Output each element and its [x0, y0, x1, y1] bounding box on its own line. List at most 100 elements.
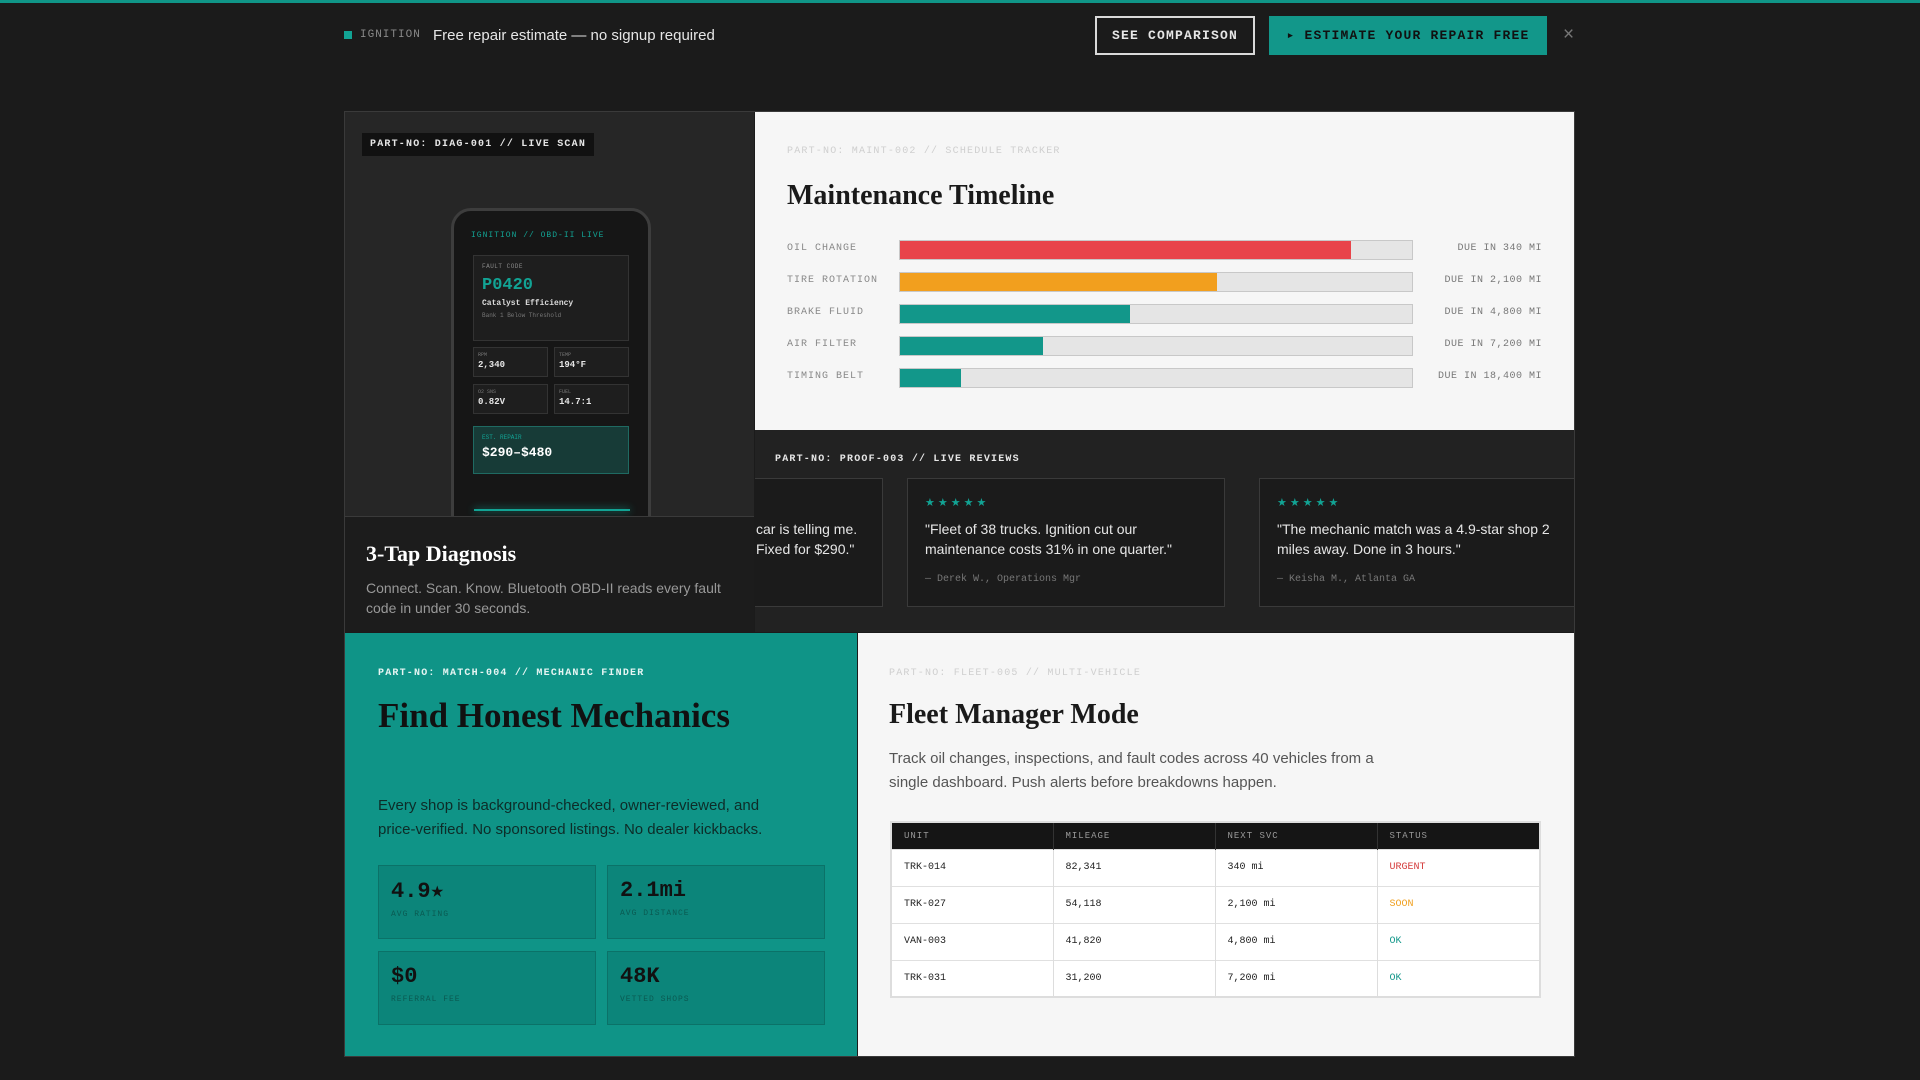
maintenance-row: OIL CHANGE DUE IN 340 MI [787, 240, 1542, 260]
match-stat-label: AVG DISTANCE [620, 909, 690, 918]
fault-code-sub: Bank 1 Below Threshold [482, 312, 562, 319]
table-header-row: UNIT MILEAGE NEXT SVC STATUS [891, 822, 1541, 849]
column-header: STATUS [1377, 822, 1541, 849]
status-badge: URGENT [1377, 848, 1541, 886]
table-row[interactable]: TRK-027 54,118 2,100 mi SOON [891, 885, 1541, 923]
review-card: car is telling me. Fixed for $290." [755, 478, 883, 607]
review-author: — Keisha M., Atlanta GA [1277, 574, 1416, 585]
fleet-table: UNIT MILEAGE NEXT SVC STATUS TRK-014 82,… [890, 821, 1541, 998]
maintenance-card: PART-NO: MAINT-002 // SCHEDULE TRACKER M… [755, 112, 1574, 430]
reviews-part-tag: PART-NO: PROOF-003 // LIVE REVIEWS [775, 454, 1020, 465]
review-card: ★★★★★ "Fleet of 38 trucks. Ignition cut … [907, 478, 1225, 607]
phone-header: IGNITION // OBD-II LIVE [471, 231, 605, 240]
progress-track [899, 304, 1413, 324]
star-rating-icon: ★★★★★ [925, 497, 990, 509]
progress-fill [900, 273, 1218, 291]
column-header: UNIT [891, 822, 1054, 849]
next-service-cell: 2,100 mi [1215, 885, 1378, 923]
fleet-manager-card: PART-NO: FLEET-005 // MULTI-VEHICLE Flee… [858, 633, 1574, 1056]
sensor-stat: FUEL 14.7:1 [554, 384, 629, 414]
match-stat-value: 4.9★ [391, 879, 444, 904]
match-stat: 2.1mi AVG DISTANCE [607, 865, 825, 939]
maintenance-row: TIMING BELT DUE IN 18,400 MI [787, 368, 1542, 388]
match-title: Find Honest Mechanics [378, 696, 730, 735]
table-row[interactable]: TRK-031 31,200 7,200 mi OK [891, 959, 1541, 997]
maintenance-label: TIMING BELT [787, 371, 865, 382]
match-stat-label: REFERRAL FEE [391, 995, 461, 1004]
status-badge: SOON [1377, 885, 1541, 923]
mechanic-finder-card: PART-NO: MATCH-004 // MECHANIC FINDER Fi… [345, 633, 857, 1056]
unit-cell: TRK-031 [891, 959, 1054, 997]
diag-caption: 3-Tap Diagnosis Connect. Scan. Know. Blu… [345, 516, 754, 632]
next-service-cell: 4,800 mi [1215, 922, 1378, 960]
mileage-cell: 54,118 [1053, 885, 1216, 923]
fault-code-label: FAULT CODE [482, 263, 524, 270]
status-badge: OK [1377, 959, 1541, 997]
unit-cell: TRK-027 [891, 885, 1054, 923]
maintenance-label: AIR FILTER [787, 339, 858, 350]
diagnosis-card: PART-NO: DIAG-001 // LIVE SCAN IGNITION … [345, 112, 754, 632]
repair-estimate-panel: EST. REPAIR $290–$480 [473, 426, 629, 474]
mileage-cell: 31,200 [1053, 959, 1216, 997]
match-stat: $0 REFERRAL FEE [378, 951, 596, 1025]
sensor-stat-key: RPM [478, 352, 488, 358]
fleet-desc: Track oil changes, inspections, and faul… [889, 750, 1374, 791]
see-comparison-button[interactable]: SEE COMPARISON [1095, 16, 1255, 55]
sensor-stat-key: O2 SNS [478, 389, 497, 395]
progress-track [899, 336, 1413, 356]
progress-fill [900, 241, 1351, 259]
review-quote: "Fleet of 38 trucks. Ignition cut our ma… [925, 521, 1173, 557]
maintenance-label: TIRE ROTATION [787, 275, 879, 286]
match-desc: Every shop is background-checked, owner-… [378, 797, 763, 838]
top-accent-line [0, 0, 1920, 3]
unit-cell: TRK-014 [891, 848, 1054, 886]
announcement-bar: IGNITION Free repair estimate — no signu… [344, 16, 1578, 56]
sensor-stat: RPM 2,340 [473, 347, 548, 377]
sensor-stat-value: 194°F [559, 360, 587, 370]
sensor-stat-key: TEMP [559, 352, 572, 358]
sensor-stat-key: FUEL [559, 389, 572, 395]
sensor-stat-value: 14.7:1 [559, 397, 592, 407]
mileage-cell: 82,341 [1053, 848, 1216, 886]
maintenance-row: AIR FILTER DUE IN 7,200 MI [787, 336, 1542, 356]
repair-estimate-label: EST. REPAIR [482, 434, 522, 441]
diag-part-tag: PART-NO: DIAG-001 // LIVE SCAN [362, 133, 595, 156]
maint-part-tag: PART-NO: MAINT-002 // SCHEDULE TRACKER [787, 146, 1061, 157]
sensor-stat: TEMP 194°F [554, 347, 629, 377]
fault-code-desc: Catalyst Efficiency [482, 299, 574, 308]
table-row[interactable]: TRK-014 82,341 340 mi URGENT [891, 848, 1541, 886]
column-header: NEXT SVC [1215, 822, 1378, 849]
match-stat: 48K VETTED SHOPS [607, 951, 825, 1025]
due-distance: DUE IN 7,200 MI [1444, 339, 1542, 350]
fault-code-panel: FAULT CODE P0420 Catalyst Efficiency Ban… [473, 255, 629, 341]
match-stat-value: 2.1mi [620, 878, 687, 903]
estimate-repair-button[interactable]: ▸ ESTIMATE YOUR REPAIR FREE [1269, 16, 1547, 55]
sensor-stat: O2 SNS 0.82V [473, 384, 548, 414]
brand-square-icon [344, 31, 352, 39]
review-quote: "The mechanic match was a 4.9-star shop … [1277, 521, 1550, 557]
review-author: — Derek W., Operations Mgr [925, 574, 1082, 585]
mileage-cell: 41,820 [1053, 922, 1216, 960]
status-badge: OK [1377, 922, 1541, 960]
progress-track [899, 272, 1413, 292]
sensor-stat-value: 2,340 [478, 360, 506, 370]
due-distance: DUE IN 4,800 MI [1444, 307, 1542, 318]
star-rating-icon: ★★★★★ [1277, 497, 1342, 509]
match-stat-value: $0 [391, 964, 418, 989]
match-stat-value: 48K [620, 964, 660, 989]
match-stat-label: VETTED SHOPS [620, 995, 690, 1004]
progress-fill [900, 369, 962, 387]
diag-desc: Connect. Scan. Know. Bluetooth OBD-II re… [366, 580, 721, 616]
review-card: ★★★★★ "The mechanic match was a 4.9-star… [1259, 478, 1574, 607]
fleet-part-tag: PART-NO: FLEET-005 // MULTI-VEHICLE [889, 668, 1142, 679]
next-service-cell: 7,200 mi [1215, 959, 1378, 997]
table-row[interactable]: VAN-003 41,820 4,800 mi OK [891, 922, 1541, 960]
scan-glow-line [474, 509, 630, 511]
due-distance: DUE IN 2,100 MI [1444, 275, 1542, 286]
progress-track [899, 240, 1413, 260]
repair-estimate-value: $290–$480 [482, 445, 553, 460]
maintenance-row: BRAKE FLUID DUE IN 4,800 MI [787, 304, 1542, 324]
fault-code-value: P0420 [482, 276, 534, 295]
close-icon[interactable]: × [1563, 24, 1574, 46]
maint-title: Maintenance Timeline [787, 180, 1055, 211]
